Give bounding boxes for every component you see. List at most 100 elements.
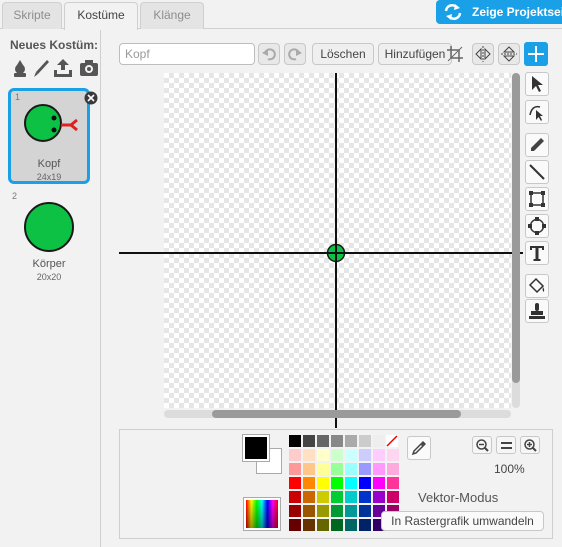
set-center-icon [528,46,544,62]
foreground-color-swatch[interactable] [242,434,270,462]
flip-vertical-icon [501,46,517,62]
palette-color-swatch[interactable] [331,505,343,517]
palette-color-swatch[interactable] [317,491,329,503]
palette-color-swatch[interactable] [387,491,399,503]
palette-color-swatch[interactable] [303,519,315,531]
fill-tool[interactable] [525,274,549,298]
palette-color-swatch[interactable] [303,491,315,503]
palette-color-swatch[interactable] [331,519,343,531]
palette-color-swatch[interactable] [345,463,357,475]
costume-item-kopf[interactable]: 1 Kopf 24x19 [8,88,90,184]
text-tool[interactable] [525,241,549,265]
palette-color-swatch[interactable] [289,463,301,475]
palette-color-swatch[interactable] [331,449,343,461]
paint-canvas[interactable] [164,73,511,408]
show-project-page-button[interactable]: Zeige Projektseite [436,0,562,24]
palette-color-swatch[interactable] [331,463,343,475]
no-color-icon[interactable] [386,435,398,447]
palette-color-swatch[interactable] [303,449,315,461]
new-costume-label: Neues Kostüm: [10,38,99,52]
eyedropper-button[interactable] [407,436,431,460]
palette-color-swatch[interactable] [373,477,385,489]
paint-brush-icon[interactable] [31,58,51,78]
redo-button[interactable] [284,43,306,65]
horizontal-scrollbar[interactable] [212,410,461,418]
delete-costume-icon[interactable] [84,91,98,105]
undo-button[interactable] [258,43,280,65]
palette-color-swatch[interactable] [317,449,329,461]
camera-icon[interactable] [79,58,99,78]
palette-color-swatch[interactable] [345,519,357,531]
palette-color-swatch[interactable] [359,449,371,461]
tab-sounds[interactable]: Klänge [140,2,204,29]
clear-button[interactable]: Löschen [312,43,374,65]
mode-label: Vektor-Modus [418,490,499,505]
palette-color-swatch[interactable] [289,519,301,531]
palette-color-swatch[interactable] [359,519,371,531]
sprite-library-icon[interactable] [10,58,30,78]
palette-color-swatch[interactable] [345,505,357,517]
palette-color-swatch[interactable] [373,463,385,475]
rectangle-tool[interactable] [525,187,549,211]
upload-icon[interactable] [53,58,73,78]
costume-item-koerper[interactable]: 2 Körper 20x20 [8,190,90,286]
palette-color-swatch[interactable] [317,463,329,475]
convert-to-bitmap-button[interactable]: In Rastergrafik umwandeln [381,511,544,531]
palette-color-swatch[interactable] [303,477,315,489]
add-button[interactable]: Hinzufügen [378,43,452,65]
palette-color-swatch[interactable] [345,449,357,461]
palette-color-swatch[interactable] [331,435,343,447]
color-spectrum-picker[interactable] [243,497,281,531]
palette-color-swatch[interactable] [317,505,329,517]
zoom-in-button[interactable] [520,436,540,454]
palette-color-swatch[interactable] [387,477,399,489]
palette-color-swatch[interactable] [387,449,399,461]
palette-color-swatch[interactable] [345,477,357,489]
palette-color-swatch[interactable] [373,491,385,503]
zoom-reset-button[interactable] [496,436,516,454]
ellipse-tool[interactable] [525,214,549,238]
palette-color-swatch[interactable] [303,463,315,475]
line-tool[interactable] [525,160,549,184]
palette-color-swatch[interactable] [317,477,329,489]
palette-color-swatch[interactable] [289,505,301,517]
palette-color-swatch[interactable] [359,463,371,475]
crop-icon[interactable] [447,46,463,62]
palette-color-swatch[interactable] [345,435,357,447]
tab-costumes[interactable]: Kostüme [64,2,138,30]
reshape-tool[interactable] [525,100,549,124]
palette-color-swatch[interactable] [359,505,371,517]
redo-icon [288,48,302,61]
palette-color-swatch[interactable] [331,477,343,489]
swap-arrows-icon [444,4,462,20]
palette-color-swatch[interactable] [331,491,343,503]
palette-color-swatch[interactable] [359,477,371,489]
palette-color-swatch[interactable] [303,505,315,517]
palette-color-swatch[interactable] [345,491,357,503]
palette-color-swatch[interactable] [289,477,301,489]
flip-horizontal-button[interactable] [472,43,494,65]
pencil-tool[interactable] [525,133,549,157]
costume-name-input[interactable]: Kopf [119,43,255,65]
palette-color-swatch[interactable] [317,435,329,447]
palette-color-swatch[interactable] [373,435,385,447]
flip-vertical-button[interactable] [498,43,520,65]
costume-thumbnail [24,202,74,252]
tab-scripts[interactable]: Skripte [2,2,62,29]
set-center-button[interactable] [524,42,548,66]
zoom-out-button[interactable] [472,436,492,454]
costume-drawing[interactable] [326,243,346,263]
palette-color-swatch[interactable] [359,435,371,447]
palette-color-swatch[interactable] [303,435,315,447]
palette-color-swatch[interactable] [387,463,399,475]
palette-color-swatch[interactable] [289,491,301,503]
text-icon [530,246,544,261]
palette-color-swatch[interactable] [289,449,301,461]
palette-color-swatch[interactable] [317,519,329,531]
palette-color-swatch[interactable] [289,435,301,447]
palette-color-swatch[interactable] [373,449,385,461]
select-tool[interactable] [525,72,549,96]
stamp-tool[interactable] [525,299,549,323]
vertical-scrollbar[interactable] [512,73,520,383]
palette-color-swatch[interactable] [359,491,371,503]
